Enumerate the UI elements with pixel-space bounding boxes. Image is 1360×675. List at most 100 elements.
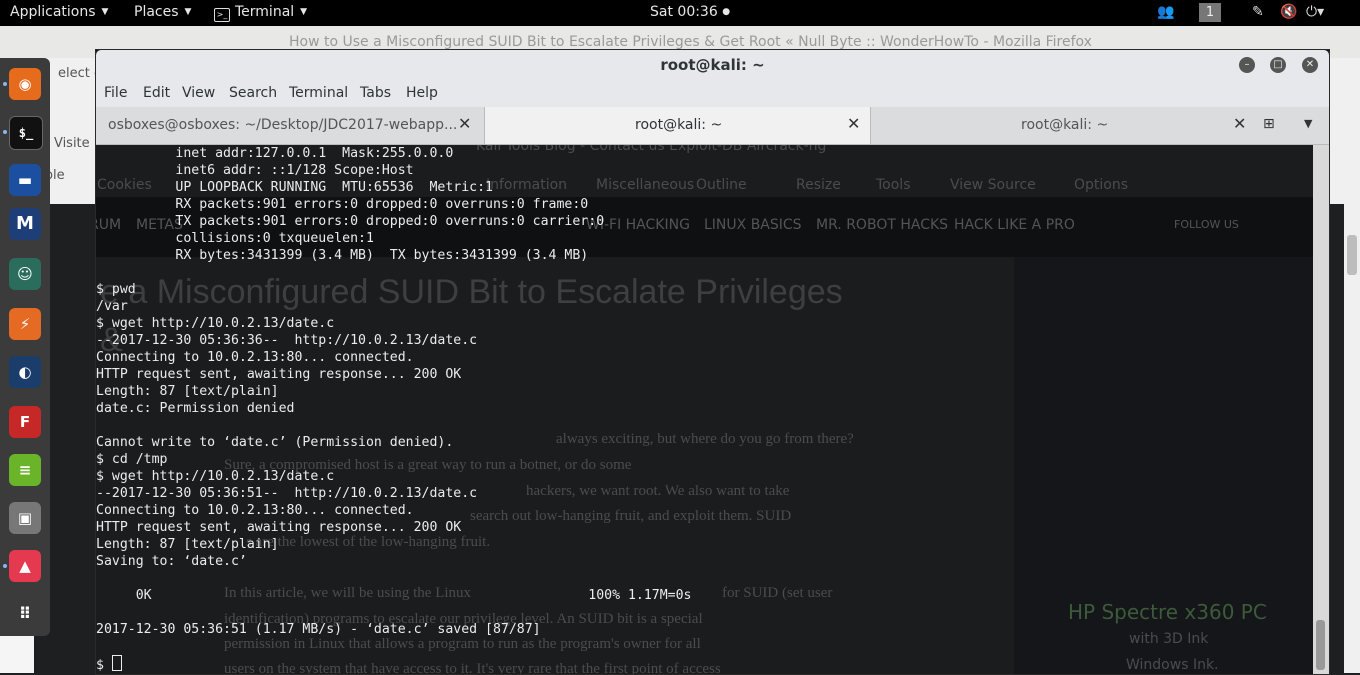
ghost-toolbar-outline: Outline	[696, 177, 747, 193]
minimize-icon[interactable]: –	[1239, 57, 1255, 73]
terminal-prompt: $	[96, 658, 112, 673]
chevron-down-icon[interactable]: ▼	[1304, 117, 1312, 130]
firefox-icon[interactable]: ◉	[9, 68, 41, 100]
terminal-line: --2017-12-30 05:36:51-- http://10.0.2.13…	[96, 486, 478, 501]
close-tab-icon[interactable]: ✕	[1233, 114, 1246, 133]
tab-label: root@kali: ~	[1021, 117, 1109, 133]
menu-search[interactable]: Search	[229, 85, 277, 101]
terminal-line: collisions:0 txqueuelen:1	[96, 231, 374, 246]
show-applications-icon[interactable]: ⠿	[9, 598, 41, 630]
terminal-prompt-line[interactable]: $	[96, 655, 691, 674]
ghost-ad-sub2: Windows Ink.	[1126, 657, 1219, 673]
applications-menu[interactable]: Applications ▼	[10, 4, 108, 20]
menu-tabs[interactable]: Tabs	[360, 85, 391, 101]
ghost-toolbar-resize: Resize	[796, 177, 841, 193]
ghost-nav-robot: MR. ROBOT HACKS	[816, 217, 949, 233]
terminal-app-menu[interactable]: >_ Terminal ▼	[214, 4, 307, 22]
armitage-icon[interactable]: ☺	[9, 258, 41, 290]
window-title: root@kali: ~	[660, 56, 765, 74]
firefox-scrollbar[interactable]	[1344, 90, 1360, 673]
menu-help[interactable]: Help	[406, 85, 438, 101]
chevron-down-icon: ▼	[300, 7, 308, 17]
terminal-line: HTTP request sent, awaiting response... …	[96, 520, 462, 535]
faraday-icon[interactable]: F	[9, 406, 41, 438]
maltego-icon[interactable]: ◐	[9, 356, 41, 388]
volume-icon[interactable]: 🔇	[1280, 4, 1297, 20]
terminal-titlebar[interactable]: root@kali: ~ – □ ✕	[96, 50, 1329, 80]
tab-label: osboxes@osboxes: ~/Desktop/JDC2017-webap…	[108, 117, 458, 133]
notes-icon[interactable]: ≡	[9, 454, 41, 486]
menu-view[interactable]: View	[182, 85, 215, 101]
firefox-scrollbar-thumb[interactable]	[1347, 235, 1357, 275]
pen-icon[interactable]: ✎	[1252, 4, 1264, 20]
gnome-top-bar: Applications ▼ Places ▼ >_ Terminal ▼ Sat 00…	[0, 0, 1360, 26]
running-indicator	[3, 564, 7, 568]
terminal-line: $ cd /tmp	[96, 452, 168, 467]
ghost-toolbar-tools: Tools	[876, 177, 911, 193]
firefox-window-title: How to Use a Misconfigured SUID Bit to E…	[289, 34, 1092, 50]
ghost-ad-sub1: with 3D Ink	[1129, 631, 1209, 647]
tab-label: root@kali: ~	[635, 117, 723, 133]
ghost-nav-linux: LINUX BASICS	[704, 217, 802, 233]
terminal-line: inet addr:127.0.0.1 Mask:255.0.0.0	[96, 146, 454, 161]
terminal-window: root@kali: ~ – □ ✕ File Edit View Search…	[95, 49, 1330, 675]
ghost-nav-hack: HACK LIKE A PRO	[954, 217, 1075, 233]
terminal-line: Length: 87 [text/plain]	[96, 537, 279, 552]
terminal-line: Connecting to 10.0.2.13:80... connected.	[96, 503, 414, 518]
burpsuite-icon[interactable]: ⚡	[9, 308, 41, 340]
terminal-tab-bar: osboxes@osboxes: ~/Desktop/JDC2017-webap…	[96, 107, 1329, 145]
tab-osboxes[interactable]: osboxes@osboxes: ~/Desktop/JDC2017-webap…	[96, 107, 484, 144]
terminal-line: $ wget http://10.0.2.13/date.c	[96, 469, 335, 484]
terminal-menubar: File Edit View Search Terminal Tabs Help	[96, 80, 1329, 107]
terminal-line: RX bytes:3431399 (3.4 MB) TX bytes:34313…	[96, 248, 589, 263]
metasploit-icon[interactable]: M	[9, 208, 41, 240]
terminal-line: 2017-12-30 05:36:51 (1.17 MB/s) - ‘date.…	[96, 622, 541, 637]
ghost-toolbar-options: Options	[1074, 177, 1129, 193]
ghost-toolbar-source: View Source	[950, 177, 1036, 193]
running-indicator	[3, 130, 7, 134]
workspace-indicator[interactable]: 1	[1199, 3, 1221, 22]
close-tab-icon[interactable]: ✕	[458, 114, 471, 133]
dash-dock: ◉ $_ ▬ M ☺ ⚡ ◐ F ≡ ▣ ▲ ⠿	[0, 58, 50, 636]
terminal-body[interactable]: Cookies Information Miscellaneous Outlin…	[96, 145, 1313, 674]
tab-root-kali[interactable]: root@kali: ~ ✕	[869, 107, 1254, 144]
terminal-icon: >_	[214, 8, 230, 22]
menu-edit[interactable]: Edit	[143, 85, 170, 101]
close-tab-icon[interactable]: ✕	[847, 114, 860, 133]
folder-icon[interactable]: ▬	[9, 164, 41, 196]
running-indicator	[3, 82, 7, 86]
terminal-line: Length: 87 [text/plain]	[96, 384, 279, 399]
terminal-line: Cannot write to ‘date.c’ (Permission den…	[96, 435, 454, 450]
terminal-line: 0K 100% 1.17M=0s	[96, 588, 692, 603]
new-tab-icon[interactable]: ⊞	[1263, 116, 1281, 134]
terminal-icon[interactable]: $_	[9, 116, 43, 150]
terminal-scrollbar-thumb[interactable]	[1316, 620, 1325, 670]
screenshot-icon[interactable]: ▣	[9, 502, 41, 534]
terminal-line: HTTP request sent, awaiting response... …	[96, 367, 462, 382]
maximize-icon[interactable]: □	[1270, 57, 1286, 73]
terminal-line: /var	[96, 299, 128, 314]
power-icon[interactable]: ⏻▾	[1306, 4, 1324, 20]
places-menu[interactable]: Places ▼	[134, 4, 191, 20]
tab-root-kali-active[interactable]: root@kali: ~ ✕	[484, 107, 871, 144]
text-cursor	[111, 655, 122, 671]
terminal-line: date.c: Permission denied	[96, 401, 295, 416]
menu-terminal[interactable]: Terminal	[289, 85, 348, 101]
people-icon[interactable]: 👥	[1157, 4, 1174, 20]
ghost-ad-title: HP Spectre x360 PC	[1068, 600, 1267, 624]
menu-file[interactable]: File	[104, 85, 127, 101]
recording-dot-icon: ●	[722, 7, 731, 17]
terminal-line: $ wget http://10.0.2.13/date.c	[96, 316, 335, 331]
image-viewer-icon[interactable]: ▲	[9, 550, 41, 582]
ghost-article-line: for SUID (set user	[722, 585, 833, 601]
clock[interactable]: Sat 00:36 ●	[650, 4, 730, 20]
close-icon[interactable]: ✕	[1302, 57, 1318, 73]
terminal-scrollbar[interactable]	[1313, 145, 1329, 674]
ghost-follow: FOLLOW US	[1174, 218, 1239, 231]
terminal-line: inet6 addr: ::1/128 Scope:Host	[96, 163, 414, 178]
terminal-line: $ pwd	[96, 282, 136, 297]
